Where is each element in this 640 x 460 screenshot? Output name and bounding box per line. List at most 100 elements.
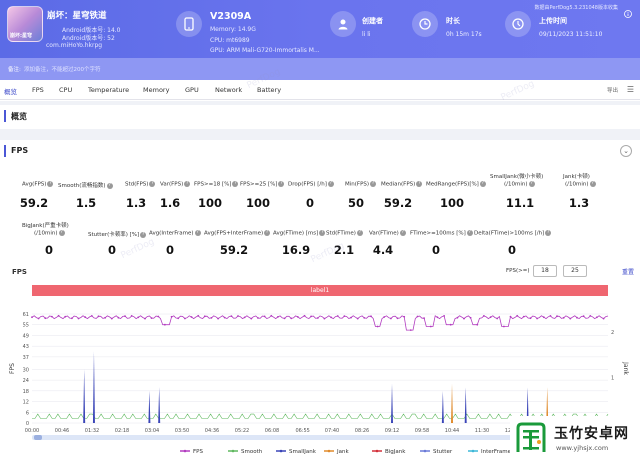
help-icon: ? (106, 182, 113, 189)
fps-point (509, 315, 512, 318)
y-tick-label: 24 (23, 378, 29, 384)
help-icon: ? (399, 230, 406, 236)
small-jank-spike (464, 387, 467, 423)
fps-point (57, 314, 60, 317)
metric-value: 50 (347, 196, 364, 210)
fps-point (330, 316, 332, 319)
help-icon: ? (416, 181, 423, 187)
metric-value: 4.4 (372, 243, 394, 257)
y2-tick-label: 2 (611, 330, 614, 336)
help-icon: ? (184, 181, 191, 187)
report-header: 崩坏:星穹 崩坏：星穹铁道 Android版本号: 14.0 Android版本… (0, 0, 640, 58)
overview-section-header[interactable]: 概览 (0, 105, 640, 127)
fps-point (31, 316, 33, 319)
metric-label: Avg(FTime) [ms]? (273, 230, 326, 237)
legend-label: Stutter (433, 449, 453, 455)
android-api: Android版本号: 52 (62, 35, 115, 42)
small-jank-spike (391, 383, 393, 423)
metric-label: Avg(InterFrame)? (149, 230, 201, 237)
help-icon: ? (545, 230, 552, 236)
fps-point (150, 317, 153, 319)
fps-point (84, 316, 87, 319)
fps-threshold-input-2[interactable]: 25 (563, 265, 587, 277)
tab-cpu[interactable]: CPU (59, 86, 72, 94)
hamburger-icon[interactable]: ☰ (627, 85, 634, 94)
x-tick-label: 08:26 (355, 428, 369, 434)
y-tick-label: 61 (23, 312, 29, 318)
y-tick-label: 12 (23, 400, 29, 406)
tab-gpu[interactable]: GPU (185, 86, 199, 94)
fps-point (476, 323, 479, 326)
tab-temperature[interactable]: Temperature (88, 86, 129, 94)
x-tick-label: 00:00 (25, 428, 39, 434)
info-icon[interactable] (624, 3, 632, 18)
y-tick-label: 30 (23, 367, 29, 373)
collapse-chevron-icon[interactable]: ⌄ (620, 145, 632, 157)
help-icon: ? (194, 230, 201, 236)
fps-point (522, 315, 525, 318)
metric-label: Drop(FPS) [/h]? (288, 181, 334, 188)
fps-point (390, 317, 392, 320)
note-input[interactable]: 添加备注，不能超过200个字符 (24, 65, 101, 73)
chart-title: FPS (12, 268, 27, 276)
metric-value: 59.2 (219, 243, 249, 257)
legend-swatch-dot (375, 449, 379, 453)
legend-swatch-dot (471, 449, 475, 453)
legend-swatch-dot (279, 449, 283, 453)
export-button[interactable]: 导出 (607, 86, 618, 94)
fps-point (237, 315, 239, 317)
fps-point (529, 317, 532, 320)
fps-point (363, 317, 366, 319)
section-accent-bar (4, 145, 6, 157)
fps-point (144, 317, 146, 320)
help-icon: ? (466, 230, 473, 236)
metric-label: Min(FPS)? (345, 181, 377, 188)
creator-label: 创建者 (362, 17, 383, 25)
fps-threshold-input-1[interactable]: 18 (533, 265, 557, 277)
fps-point (203, 315, 206, 318)
help-icon: ? (327, 181, 334, 187)
legend-swatch-dot (327, 449, 331, 453)
fps-point (496, 317, 499, 320)
tab-memory[interactable]: Memory (143, 86, 169, 94)
clock-icon (412, 11, 438, 37)
fps-section-header[interactable]: FPS ⌄ (0, 140, 640, 162)
phone-icon (176, 11, 202, 37)
metric-label: FPS>=18 [%]? (194, 181, 239, 188)
fps-point (403, 315, 406, 318)
reset-button[interactable]: 重置 (622, 267, 634, 276)
fps-point (336, 315, 339, 317)
legend-swatch-dot (231, 449, 235, 453)
jank-spike (451, 383, 453, 423)
y-tick-label: 55 (23, 323, 29, 329)
fps-point (463, 317, 465, 320)
fps-point (296, 316, 299, 318)
fps-point (157, 315, 160, 318)
fps-point (90, 315, 93, 317)
metric-label-unit: (/10min)? (565, 181, 596, 188)
tab-fps[interactable]: FPS (32, 86, 44, 94)
upload-label: 上传时间 (539, 17, 567, 25)
legend-label: BigJank (385, 449, 406, 455)
x-tick-label: 06:08 (265, 428, 279, 434)
fps-point (310, 315, 312, 318)
metric-label: Avg(FPS)? (22, 181, 54, 188)
site-logo: 玉竹安卓网 www.yjhsjx.com (510, 416, 640, 460)
fps-point (556, 315, 558, 318)
fps-threshold-label: FPS(>=) (506, 268, 530, 274)
metric-value: 59.2 (383, 196, 413, 210)
tab-overview[interactable]: 概览 (4, 86, 17, 96)
help-icon: ? (232, 181, 239, 187)
fps-point (516, 314, 519, 317)
fps-point (303, 314, 306, 317)
fps-point (257, 317, 259, 319)
device-cpu: CPU: mt6989 (210, 37, 250, 44)
metric-label-unit: (/10min)? (34, 230, 65, 237)
fps-point (190, 316, 193, 318)
fps-point (197, 314, 200, 317)
fps-point (283, 317, 286, 320)
legend-label: SmallJank (289, 449, 317, 455)
x-tick-label: 07:40 (325, 428, 339, 434)
tab-battery[interactable]: Battery (257, 86, 281, 94)
tab-network[interactable]: Network (215, 86, 242, 94)
